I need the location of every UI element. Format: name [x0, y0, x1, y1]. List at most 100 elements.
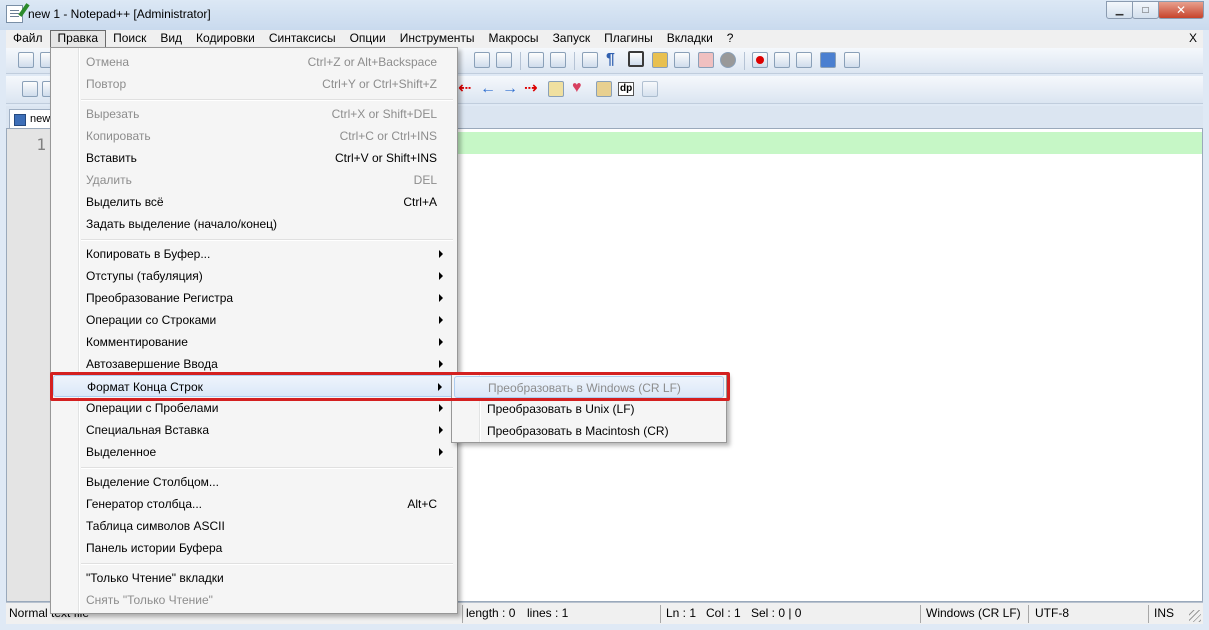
arrow-right-icon[interactable]: → — [502, 81, 518, 97]
folder-as-workspace-icon[interactable] — [698, 52, 714, 68]
save-macro-icon[interactable] — [844, 52, 860, 68]
menu-settings[interactable]: Опции — [343, 30, 393, 48]
submenu-convert-mac[interactable]: Преобразовать в Macintosh (CR) — [454, 420, 724, 442]
menu-clipboard-history[interactable]: Панель истории Буфера — [53, 537, 455, 559]
status-ln: Ln : 1 — [666, 606, 697, 620]
menu-read-only-tab[interactable]: "Только Чтение" вкладки — [53, 567, 455, 589]
menu-select-all[interactable]: Выделить всё Ctrl+A — [53, 191, 455, 213]
download-icon[interactable] — [22, 81, 38, 97]
status-insert-mode: INS — [1154, 606, 1175, 620]
word-wrap-icon[interactable] — [582, 52, 598, 68]
arrow-left-icon[interactable]: ← — [480, 81, 496, 97]
status-sel: Sel : 0 | 0 — [751, 606, 802, 620]
menu-run[interactable]: Запуск — [546, 30, 598, 48]
submenu-arrow-icon — [439, 294, 443, 302]
menu-cut[interactable]: Вырезать Ctrl+X or Shift+DEL — [53, 103, 455, 125]
menu-delete[interactable]: Удалить DEL — [53, 169, 455, 191]
close-button[interactable]: ✕ — [1158, 1, 1204, 19]
menu-undo[interactable]: Отмена Ctrl+Z or Alt+Backspace — [53, 51, 455, 73]
menu-help[interactable]: ? — [720, 30, 741, 48]
document-map-icon[interactable] — [720, 52, 736, 68]
clipboard-icon[interactable] — [596, 81, 612, 97]
save-disk-icon — [14, 114, 26, 126]
record-macro-icon[interactable] — [752, 52, 768, 68]
menu-language[interactable]: Синтаксисы — [262, 30, 343, 48]
menu-tools[interactable]: Инструменты — [393, 30, 482, 48]
status-length: length : 0 — [466, 606, 516, 620]
menu-copy[interactable]: Копировать Ctrl+C or Ctrl+INS — [53, 125, 455, 147]
resize-grip[interactable] — [1189, 610, 1201, 622]
menu-encoding[interactable]: Кодировки — [189, 30, 262, 48]
show-all-characters-icon[interactable]: ¶ — [606, 52, 615, 68]
submenu-arrow-icon — [439, 338, 443, 346]
menu-line-operations[interactable]: Операции со Строками — [53, 309, 455, 331]
submenu-convert-windows[interactable]: Преобразовать в Windows (CR LF) — [454, 376, 724, 398]
playback-macro-icon[interactable] — [796, 52, 812, 68]
menu-window[interactable]: Вкладки — [660, 30, 720, 48]
submenu-arrow-icon — [439, 448, 443, 456]
menu-copy-to-clipboard[interactable]: Копировать в Буфер... — [53, 243, 455, 265]
menu-macro[interactable]: Макросы — [482, 30, 546, 48]
submenu-convert-unix[interactable]: Преобразовать в Unix (LF) — [454, 398, 724, 420]
zoom-out-icon[interactable] — [550, 52, 566, 68]
menu-clear-read-only[interactable]: Снять "Только Чтение" — [53, 589, 455, 611]
menu-convert-case[interactable]: Преобразование Регистра — [53, 287, 455, 309]
new-file-icon[interactable] — [18, 52, 34, 68]
menu-column-mode[interactable]: Выделение Столбцом... — [53, 471, 455, 493]
menu-eol-conversion[interactable]: Формат Конца Строк — [53, 375, 455, 397]
zoom-in-icon[interactable] — [528, 52, 544, 68]
menu-search[interactable]: Поиск — [106, 30, 153, 48]
jump-left-icon[interactable]: ⇠ — [458, 81, 471, 97]
menu-paste[interactable]: Вставить Ctrl+V or Shift+INS — [53, 147, 455, 169]
submenu-arrow-icon — [439, 426, 443, 434]
close-document-x[interactable]: X — [1189, 31, 1197, 45]
status-col: Col : 1 — [706, 606, 741, 620]
title-bar: new 1 - Notepad++ [Administrator] ▁ □ ✕ — [0, 0, 1209, 30]
sync-vertical-icon[interactable] — [474, 52, 490, 68]
tab-label: new — [30, 113, 51, 125]
menu-separator — [81, 563, 453, 565]
status-lines: lines : 1 — [527, 606, 569, 620]
menu-plugins[interactable]: Плагины — [597, 30, 660, 48]
menu-bar: Файл Правка Поиск Вид Кодировки Синтакси… — [6, 30, 1203, 48]
run-macro-multiple-icon[interactable] — [820, 52, 836, 68]
submenu-arrow-icon — [439, 250, 443, 258]
submenu-arrow-icon — [439, 316, 443, 324]
indent-guide-icon[interactable] — [628, 51, 644, 67]
menu-set-selection[interactable]: Задать выделение (начало/конец) — [53, 213, 455, 235]
menu-indent[interactable]: Отступы (табуляция) — [53, 265, 455, 287]
menu-on-selection[interactable]: Выделенное — [53, 441, 455, 463]
status-eol: Windows (CR LF) — [926, 606, 1021, 620]
submenu-arrow-icon — [438, 383, 442, 391]
menu-auto-completion[interactable]: Автозавершение Ввода — [53, 353, 455, 375]
heart-icon[interactable]: ♥ — [572, 80, 582, 96]
user-defined-language-icon[interactable] — [652, 52, 668, 68]
menu-file[interactable]: Файл — [6, 30, 50, 48]
submenu-arrow-icon — [439, 272, 443, 280]
menu-separator — [81, 239, 453, 241]
menu-comment[interactable]: Комментирование — [53, 331, 455, 353]
minimize-button[interactable]: ▁ — [1106, 1, 1133, 19]
sync-horizontal-icon[interactable] — [496, 52, 512, 68]
window-controls: ▁ □ ✕ — [1106, 1, 1204, 19]
menu-view[interactable]: Вид — [153, 30, 189, 48]
stop-recording-icon[interactable] — [774, 52, 790, 68]
maximize-button[interactable]: □ — [1132, 1, 1159, 19]
tab-new-1[interactable]: new — [9, 109, 55, 128]
compare-icon[interactable] — [548, 81, 564, 97]
menu-edit[interactable]: Правка — [49, 30, 107, 48]
menu-separator — [81, 467, 453, 469]
menu-ascii-table[interactable]: Таблица символов ASCII — [53, 515, 455, 537]
notepad-app-icon — [6, 3, 30, 23]
menu-paste-special[interactable]: Специальная Вставка — [53, 419, 455, 441]
window-title: new 1 - Notepad++ [Administrator] — [28, 7, 211, 21]
menu-column-editor[interactable]: Генератор столбца... Alt+C — [53, 493, 455, 515]
menu-blank-operations[interactable]: Операции с Пробелами — [53, 397, 455, 419]
function-list-icon[interactable] — [674, 52, 690, 68]
dp-icon[interactable]: dp — [618, 82, 635, 96]
menu-redo[interactable]: Повтор Ctrl+Y or Ctrl+Shift+Z — [53, 73, 455, 95]
edit-menu-dropdown: Отмена Ctrl+Z or Alt+Backspace Повтор Ct… — [50, 47, 458, 614]
copy-pages-icon[interactable] — [642, 81, 658, 97]
submenu-arrow-icon — [439, 360, 443, 368]
jump-right-icon[interactable]: ⇢ — [524, 81, 537, 97]
